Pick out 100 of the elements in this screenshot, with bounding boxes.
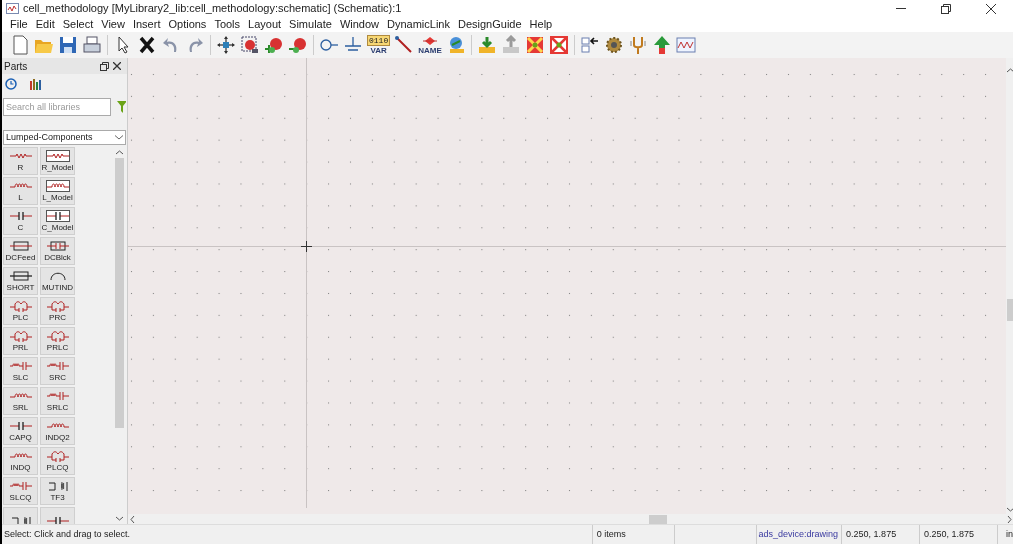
float-icon[interactable] [100, 61, 109, 71]
menu-item[interactable]: Tools [210, 16, 245, 33]
component-symbol-icon [45, 210, 70, 222]
part-tile[interactable]: DCBlck [40, 237, 75, 265]
unit-label: in [997, 524, 1013, 544]
component-symbol-icon [45, 150, 70, 162]
scroll-left-icon[interactable] [130, 515, 135, 523]
item-count: 0 items [591, 524, 674, 544]
menu-item[interactable]: File [6, 16, 32, 33]
component-symbol-icon [45, 240, 70, 252]
part-tile[interactable]: INDQ2 [40, 417, 75, 445]
deactivate-button[interactable] [524, 34, 545, 56]
component-symbol-icon [8, 420, 33, 432]
menu-item[interactable]: Window [335, 16, 383, 33]
status-message: Select: Click and drag to select. [3, 527, 132, 541]
scroll-down-icon[interactable] [1007, 507, 1013, 512]
wire-label-button[interactable]: NAME [418, 33, 442, 57]
search-field[interactable]: Search all libraries [3, 98, 111, 116]
close-icon[interactable] [113, 62, 121, 70]
panel-title: Parts [4, 59, 28, 74]
part-tile[interactable]: PLC [3, 297, 38, 325]
tuning-fork-button[interactable] [627, 34, 648, 56]
library-icon[interactable] [29, 78, 41, 90]
part-tile[interactable]: C_Model [40, 207, 75, 235]
push-up-button[interactable] [500, 34, 521, 56]
scroll-down-icon[interactable] [116, 516, 123, 521]
scrollbar-thumb[interactable] [1006, 299, 1013, 321]
component-symbol-icon [8, 210, 33, 222]
part-tile[interactable]: CAPQ [3, 417, 38, 445]
push-down-button[interactable] [476, 34, 497, 56]
component-symbol-icon [45, 300, 70, 312]
part-tile[interactable]: R [3, 147, 38, 175]
scrollbar-thumb[interactable] [115, 158, 124, 428]
clock-icon[interactable] [5, 78, 17, 90]
component-symbol-icon [8, 240, 33, 252]
part-tile[interactable]: MUTIND [40, 267, 75, 295]
part-tile[interactable]: SRL [3, 387, 38, 415]
scroll-up-icon[interactable] [1007, 68, 1013, 73]
filter-icon[interactable] [117, 101, 126, 113]
component-symbol-icon [8, 330, 33, 342]
menu-item[interactable]: DynamicLink [383, 16, 454, 33]
part-tile[interactable]: TF3 [40, 477, 75, 505]
zoom-button[interactable] [240, 34, 260, 56]
part-tile[interactable]: DCFeed [3, 237, 38, 265]
cross-button[interactable] [137, 34, 157, 56]
minimize-icon [895, 8, 906, 9]
part-tile[interactable]: SLCQ [3, 477, 38, 505]
part-tile[interactable]: PRLC [40, 327, 75, 355]
menu-item[interactable]: View [97, 16, 129, 33]
diamond-icon [423, 35, 437, 46]
menu-item[interactable]: Simulate [285, 16, 336, 33]
menu-item[interactable]: Select [58, 16, 98, 33]
move-button[interactable] [216, 34, 236, 56]
menu-item[interactable]: Insert [128, 16, 165, 33]
menu-item[interactable]: Help [525, 16, 557, 33]
up-arrow-button[interactable] [651, 34, 672, 56]
restore-icon [940, 3, 951, 14]
app-icon [6, 3, 19, 14]
printer-button[interactable] [82, 34, 102, 56]
component-symbol-icon [8, 270, 33, 282]
part-tile[interactable]: PRC [40, 297, 75, 325]
coordinate-readout: 0.250, 1.875 [841, 524, 920, 544]
component-symbol-icon [8, 480, 33, 492]
part-tile[interactable]: PLCQ [40, 447, 75, 475]
menu-item[interactable]: Edit [31, 16, 59, 33]
component-symbol-icon [8, 300, 33, 312]
library-dropdown[interactable]: Lumped-Components [3, 130, 126, 145]
part-tile[interactable]: L_Model [40, 177, 75, 205]
part-tile[interactable]: PRL [3, 327, 38, 355]
page-button[interactable] [10, 34, 30, 56]
part-tile[interactable]: SLC [3, 357, 38, 385]
coordinate-readout: 0.250, 1.875 [919, 524, 997, 544]
part-tile[interactable]: SRC [40, 357, 75, 385]
component-symbol-icon [45, 515, 70, 524]
close-icon [985, 3, 996, 14]
part-tile[interactable]: R_Model [40, 147, 75, 175]
variables-button[interactable]: 0110 VAR [367, 33, 391, 57]
part-tile[interactable]: INDQ [3, 447, 38, 475]
gear-button[interactable] [603, 34, 624, 56]
component-symbol-icon [8, 360, 33, 372]
component-symbol-icon [45, 390, 70, 402]
dropdown-value: Lumped-Components [6, 130, 93, 144]
menu-item[interactable]: DesignGuide [454, 16, 526, 33]
menu-item[interactable]: Options [164, 16, 211, 33]
graph-button[interactable] [675, 34, 696, 56]
part-tile[interactable]: L [3, 177, 38, 205]
scroll-right-icon[interactable] [1007, 515, 1012, 523]
scroll-up-icon[interactable] [116, 150, 123, 155]
part-tile[interactable]: SRLC [40, 387, 75, 415]
scrollbar-thumb[interactable] [649, 514, 667, 524]
part-tile[interactable]: C [3, 207, 38, 235]
part-tile[interactable]: SHORT [3, 267, 38, 295]
floppy-disk-button[interactable] [58, 34, 78, 56]
deactivate-button[interactable] [548, 34, 569, 56]
netlist-button[interactable] [579, 34, 600, 56]
menu-item[interactable]: Layout [244, 16, 286, 33]
window-title: cell_methodology [MyLibrary2_lib:cell_methodology:schematic] (Schematic):1 [23, 1, 402, 17]
component-symbol-icon [45, 180, 70, 192]
chevron-icon [115, 135, 123, 140]
component-symbol-icon [45, 360, 70, 372]
